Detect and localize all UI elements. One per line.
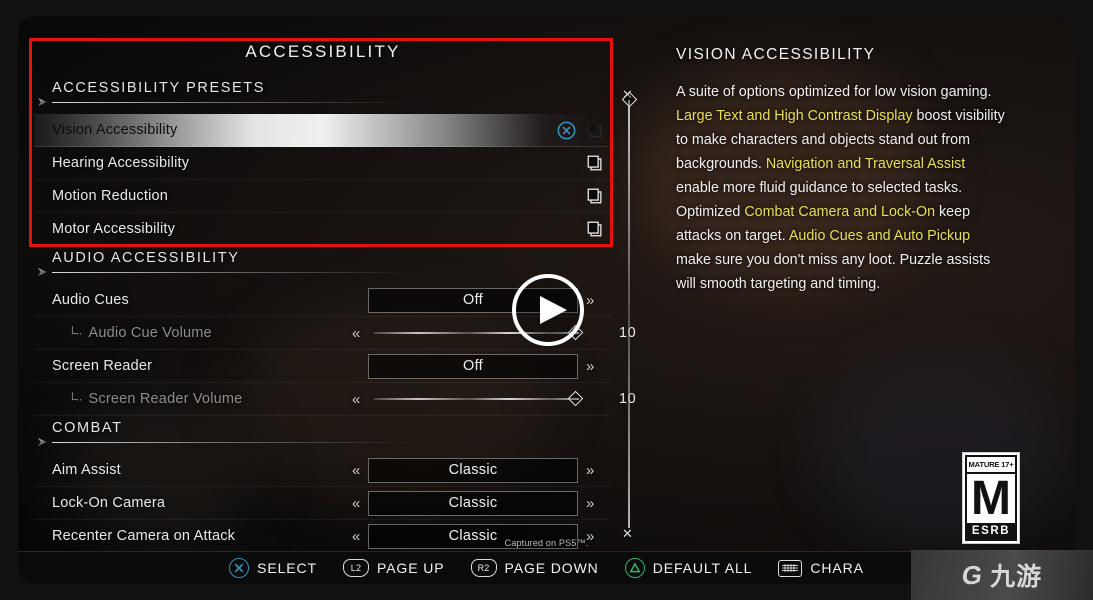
screenshot-root: ACCESSIBILITY ACCESSIBILITY PRESETS Visi… (0, 0, 1093, 600)
setting-label: Vision Accessibility (52, 122, 178, 138)
esrb-rating-badge: MATURE 17+ M ESRB (962, 452, 1020, 544)
setting-value-screen-reader[interactable]: Off (368, 353, 578, 379)
description-body: A suite of options optimized for low vis… (676, 80, 1006, 296)
l2-trigger-icon: L2 (343, 559, 369, 577)
prompt-character[interactable]: CHARA (778, 559, 864, 577)
esrb-rating-text: MATURE 17+ (968, 460, 1014, 469)
cross-button-icon (229, 558, 250, 578)
section-header-presets: ACCESSIBILITY PRESETS (52, 80, 266, 96)
setting-label: Audio Cues (52, 292, 129, 308)
setting-label: Audio Cue Volume (88, 325, 212, 341)
setting-label: Lock-On Camera (52, 495, 166, 511)
setting-value-lock-on-camera[interactable]: Classic (368, 490, 578, 516)
value-prev-arrow[interactable]: « (352, 326, 360, 341)
esrb-inner: MATURE 17+ M ESRB (965, 455, 1017, 541)
pages-icon (587, 122, 602, 138)
desc-seg-5-highlight: Combat Camera and Lock-On (744, 204, 936, 220)
section-divider-presets (34, 100, 612, 110)
prompt-page-up[interactable]: L2 PAGE UP (343, 559, 445, 577)
desc-seg-8: make sure you don't miss any loot. Puzzl… (676, 252, 991, 292)
watermark-logo-text: 九游 (990, 562, 1043, 591)
section-header-audio: AUDIO ACCESSIBILITY (52, 250, 240, 266)
section-header-combat: COMBAT (52, 420, 123, 436)
prompt-label: SELECT (257, 560, 317, 576)
site-watermark: G 九游 (911, 550, 1093, 600)
desc-seg-1-highlight: Large Text and High Contrast Display (676, 108, 913, 124)
setting-row-vision-accessibility[interactable]: Vision Accessibility (34, 114, 612, 147)
setting-label: Hearing Accessibility (52, 155, 190, 171)
slider-screen-reader-volume[interactable] (374, 390, 584, 407)
sub-setting-marker: └·· (68, 326, 82, 340)
esrb-rating-letter-box: M (967, 474, 1015, 523)
setting-label: Motion Reduction (52, 188, 169, 204)
value-next-arrow[interactable]: » (586, 463, 594, 478)
prompt-select[interactable]: SELECT (229, 558, 317, 578)
value-prev-arrow[interactable]: « (352, 392, 360, 407)
setting-row-motion-reduction[interactable]: Motion Reduction (34, 180, 612, 213)
setting-row-lock-on-camera[interactable]: Lock-On Camera « Classic » (34, 487, 612, 520)
play-icon (540, 296, 567, 324)
section-divider-audio (34, 270, 612, 280)
slider-track (374, 398, 579, 400)
watermark-logo-mark: G (959, 559, 985, 590)
cross-button-icon[interactable] (557, 121, 576, 140)
description-title: VISION ACCESSIBILITY (676, 46, 876, 63)
value-next-arrow[interactable]: » (586, 496, 594, 511)
setting-row-hearing-accessibility[interactable]: Hearing Accessibility (34, 147, 612, 180)
setting-row-aim-assist[interactable]: Aim Assist « Classic » (34, 454, 612, 487)
page-title: ACCESSIBILITY (245, 42, 401, 61)
setting-row-screen-reader[interactable]: Screen Reader Off » (34, 350, 612, 383)
prompt-label: CHARA (810, 560, 864, 576)
description-panel: VISION ACCESSIBILITY A suite of options … (676, 46, 1006, 296)
row-icons (586, 220, 612, 238)
video-play-button[interactable] (512, 274, 584, 346)
capture-notice-line1: Captured on PS5™. (504, 538, 589, 548)
row-icons (557, 121, 612, 140)
scrollbar-track (628, 100, 630, 528)
settings-scrollbar[interactable]: ✕ ✕ (620, 88, 638, 540)
pages-icon (587, 155, 602, 171)
setting-label: Screen Reader Volume (88, 391, 243, 407)
value-next-arrow[interactable]: » (586, 359, 594, 374)
desc-seg-7-highlight: Audio Cues and Auto Pickup (788, 228, 971, 244)
value-prev-arrow[interactable]: « (352, 463, 360, 478)
esrb-logo-text: ESRB (971, 525, 1011, 537)
prompt-label: PAGE DOWN (504, 560, 599, 576)
prompt-label: PAGE UP (377, 560, 445, 576)
setting-row-motor-accessibility[interactable]: Motor Accessibility (34, 213, 612, 246)
prompt-page-down[interactable]: R2 PAGE DOWN (470, 559, 599, 577)
setting-label: Motor Accessibility (52, 221, 176, 237)
pages-icon (587, 221, 602, 237)
section-divider-combat (34, 440, 612, 450)
prompt-label: DEFAULT ALL (652, 560, 753, 576)
value-prev-arrow[interactable]: « (352, 496, 360, 511)
l2-trigger-glyph: L2 (350, 563, 362, 573)
r2-trigger-icon: R2 (470, 559, 497, 577)
esrb-logo-box: ESRB (967, 523, 1015, 539)
r2-trigger-glyph: R2 (477, 563, 490, 573)
setting-label: Screen Reader (52, 358, 153, 374)
setting-label: Aim Assist (52, 462, 121, 478)
desc-seg-3-highlight: Navigation and Traversal Assist (765, 156, 966, 172)
setting-row-screen-reader-volume[interactable]: └·· Screen Reader Volume « 10 (34, 383, 636, 416)
triangle-button-icon (624, 558, 645, 578)
keyboard-icon (778, 559, 803, 577)
desc-seg-0: A suite of options optimized for low vis… (676, 84, 992, 100)
row-icons (586, 154, 612, 172)
sub-setting-marker: └·· (68, 392, 82, 406)
background-blur-3 (821, 358, 1062, 549)
row-icons (586, 187, 612, 205)
pages-icon (587, 188, 602, 204)
slider-knob[interactable] (567, 390, 584, 407)
prompt-default-all[interactable]: DEFAULT ALL (624, 558, 753, 578)
esrb-rating-letter: M (971, 471, 1011, 525)
value-next-arrow[interactable]: » (586, 293, 594, 308)
setting-value-aim-assist[interactable]: Classic (368, 457, 578, 483)
